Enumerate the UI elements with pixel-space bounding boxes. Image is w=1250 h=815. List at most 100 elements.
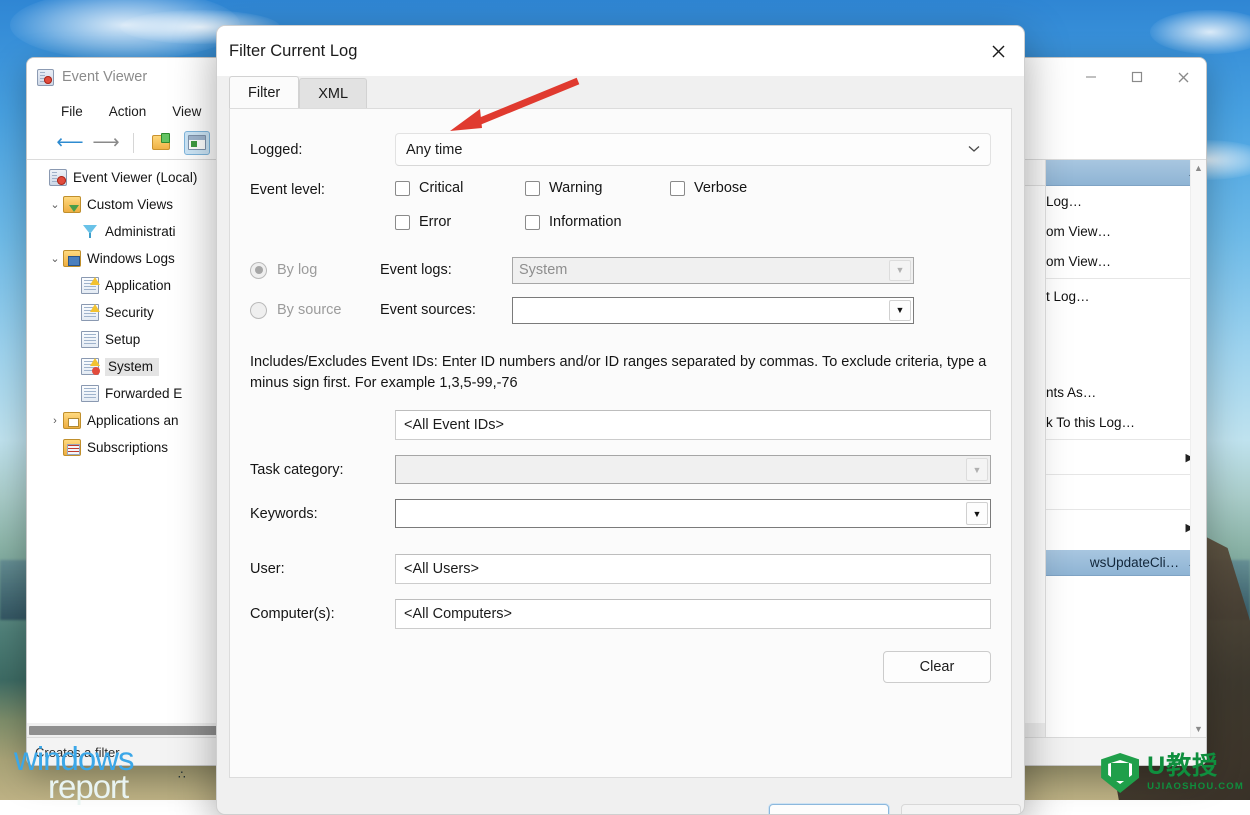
- tree-item-label: Application: [105, 278, 171, 293]
- actions-gap: [1046, 311, 1206, 377]
- action-open-saved-log[interactable]: Log…: [1046, 186, 1206, 216]
- checkbox-critical[interactable]: Critical: [395, 180, 525, 196]
- cancel-button[interactable]: [901, 804, 1021, 815]
- radio-by-log[interactable]: By log: [250, 262, 380, 279]
- tree-item-label: Custom Views: [87, 197, 173, 212]
- clear-button[interactable]: Clear: [883, 651, 991, 683]
- shield-logo-icon: [1101, 753, 1139, 793]
- tree-item-system[interactable]: System: [27, 353, 222, 380]
- radio-by-source[interactable]: By source: [250, 302, 380, 319]
- action-save-events-as[interactable]: nts As…: [1046, 377, 1206, 407]
- checkbox-box[interactable]: [525, 215, 540, 230]
- user-value: <All Users>: [404, 561, 479, 577]
- folder-box-icon: [63, 412, 81, 429]
- tree-item-administrative-events[interactable]: Administrati: [27, 218, 222, 245]
- actions-group-header-event[interactable]: wsUpdateCli… ▲: [1046, 550, 1206, 576]
- action-import-custom-view[interactable]: om View…: [1046, 246, 1206, 276]
- action-create-custom-view[interactable]: om View…: [1046, 216, 1206, 246]
- tree-item-windows-logs[interactable]: ⌄ Windows Logs: [27, 245, 222, 272]
- tree-item-forwarded-events[interactable]: Forwarded E: [27, 380, 222, 407]
- windows-report-watermark: windows report: [14, 742, 204, 798]
- log-icon: [81, 331, 99, 348]
- action-label: Log…: [1046, 194, 1082, 209]
- checkbox-label: Error: [419, 214, 451, 230]
- dropdown-arrow-icon[interactable]: ▼: [966, 458, 988, 481]
- action-refresh[interactable]: [1046, 477, 1206, 507]
- actions-divider: [1046, 278, 1206, 279]
- dropdown-arrow-icon[interactable]: ▼: [889, 300, 911, 321]
- checkbox-box[interactable]: [395, 181, 410, 196]
- tree-item-applications-and-services[interactable]: › Applications an: [27, 407, 222, 434]
- menu-item-action[interactable]: Action: [109, 104, 147, 119]
- tab-label: Filter: [248, 85, 280, 101]
- user-input[interactable]: <All Users>: [395, 554, 991, 584]
- actions-group-header-system[interactable]: ▲: [1046, 160, 1206, 186]
- close-button[interactable]: [1160, 58, 1206, 96]
- actions-divider: [1046, 509, 1206, 510]
- actions-vertical-scrollbar[interactable]: ▲ ▼: [1190, 160, 1206, 737]
- tree-item-subscriptions[interactable]: Subscriptions: [27, 434, 222, 461]
- tree-horizontal-scrollbar[interactable]: [27, 723, 222, 737]
- scroll-down-arrow-icon[interactable]: ▼: [1191, 721, 1206, 737]
- show-hide-console-tree-button[interactable]: [184, 131, 210, 155]
- task-category-combobox[interactable]: ▼: [395, 455, 991, 484]
- action-help-submenu[interactable]: ▶: [1046, 512, 1206, 542]
- tree-item-label: System: [105, 358, 159, 376]
- tree-twisty[interactable]: ⌄: [47, 252, 63, 265]
- tree-item-event-viewer-local[interactable]: Event Viewer (Local): [27, 164, 222, 191]
- window-title: Event Viewer: [62, 69, 147, 85]
- tab-filter[interactable]: Filter: [229, 76, 299, 108]
- event-logs-combobox[interactable]: System ▼: [512, 257, 914, 284]
- ok-button[interactable]: [769, 804, 889, 815]
- action-clear-log[interactable]: t Log…: [1046, 281, 1206, 311]
- dialog-close-button[interactable]: [972, 26, 1024, 76]
- tree-twisty[interactable]: ⌄: [47, 198, 63, 211]
- event-ids-value: <All Event IDs>: [404, 417, 504, 433]
- maximize-button[interactable]: [1114, 58, 1160, 96]
- tree-twisty[interactable]: ›: [47, 415, 63, 427]
- menu-item-file[interactable]: File: [61, 104, 83, 119]
- logged-combobox[interactable]: Any time: [395, 133, 991, 166]
- tab-xml[interactable]: XML: [299, 78, 367, 108]
- checkbox-error[interactable]: Error: [395, 214, 525, 230]
- checkbox-box[interactable]: [395, 215, 410, 230]
- radio-circle[interactable]: [250, 302, 267, 319]
- checkbox-warning[interactable]: Warning: [525, 180, 670, 196]
- checkbox-box[interactable]: [670, 181, 685, 196]
- open-folder-icon: [152, 135, 170, 150]
- action-attach-task-to-log[interactable]: k To this Log…: [1046, 407, 1206, 437]
- scroll-up-arrow-icon[interactable]: ▲: [1191, 160, 1206, 176]
- radio-circle[interactable]: [250, 262, 267, 279]
- checkbox-label: Information: [549, 214, 622, 230]
- checkbox-box[interactable]: [525, 181, 540, 196]
- event-level-row-1: Critical Warning Verbose: [395, 180, 991, 196]
- tree-item-application[interactable]: Application: [27, 272, 222, 299]
- checkbox-information[interactable]: Information: [525, 214, 622, 230]
- logged-row: Logged: Any time: [250, 133, 991, 166]
- actions-pane: ▲ Log… om View… om View… t Log… nts As… …: [1046, 160, 1206, 737]
- checkbox-verbose[interactable]: Verbose: [670, 180, 747, 196]
- dropdown-arrow-icon[interactable]: ▼: [889, 260, 911, 281]
- action-view-submenu[interactable]: ▶: [1046, 442, 1206, 472]
- filter-current-log-dialog: Filter Current Log Filter XML Logged: An…: [216, 25, 1025, 815]
- radio-label: By log: [277, 262, 317, 278]
- tree-item-setup[interactable]: Setup: [27, 326, 222, 353]
- minimize-button[interactable]: [1068, 58, 1114, 96]
- open-saved-log-button[interactable]: [148, 131, 174, 155]
- by-log-row: By log Event logs: System ▼: [250, 250, 991, 290]
- console-tree-pane: Event Viewer (Local) ⌄ Custom Views Admi…: [27, 160, 223, 737]
- back-arrow-icon: ⟵: [56, 133, 83, 152]
- keywords-combobox[interactable]: ▼: [395, 499, 991, 528]
- computers-input[interactable]: <All Computers>: [395, 599, 991, 629]
- layout-spacer: [250, 410, 395, 440]
- event-ids-input[interactable]: <All Event IDs>: [395, 410, 991, 440]
- event-sources-combobox[interactable]: ▼: [512, 297, 914, 324]
- tree-item-security[interactable]: Security: [27, 299, 222, 326]
- menu-item-view[interactable]: View: [172, 104, 201, 119]
- computers-row: Computer(s): <All Computers>: [250, 599, 991, 629]
- back-button[interactable]: ⟵: [57, 131, 83, 155]
- forward-button[interactable]: ⟶: [93, 131, 119, 155]
- tree-item-custom-views[interactable]: ⌄ Custom Views: [27, 191, 222, 218]
- scrollbar-thumb[interactable]: [29, 726, 223, 735]
- dropdown-arrow-icon[interactable]: ▼: [966, 502, 988, 525]
